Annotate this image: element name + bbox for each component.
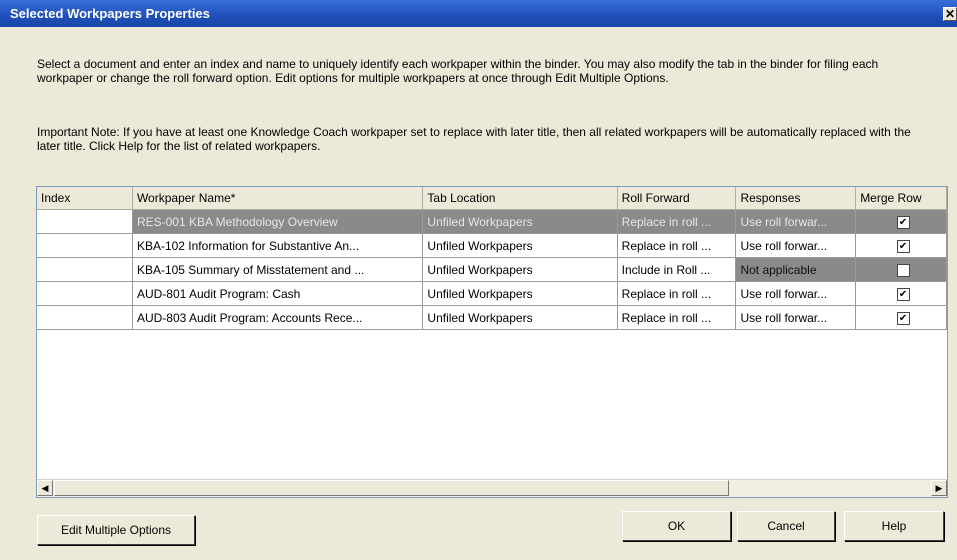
header-row: Index Workpaper Name* Tab Location Roll …: [37, 187, 947, 210]
tab-cell[interactable]: Unfiled Workpapers: [422, 305, 618, 330]
edit-multiple-options-button[interactable]: Edit Multiple Options: [37, 515, 195, 545]
help-button[interactable]: Help: [844, 511, 944, 541]
ok-button[interactable]: OK: [622, 511, 731, 541]
roll-forward-cell[interactable]: Replace in roll ...: [617, 281, 737, 306]
instructions-text: Select a document and enter an index and…: [37, 57, 879, 85]
name-cell[interactable]: RES-001 KBA Methodology Overview: [132, 209, 424, 234]
name-cell[interactable]: KBA-102 Information for Substantive An..…: [132, 233, 424, 258]
merge-row-checkbox: [896, 263, 910, 277]
responses-cell[interactable]: Use roll forwar...: [735, 233, 857, 258]
table-row[interactable]: RES-001 KBA Methodology Overview Unfiled…: [37, 209, 947, 234]
roll-forward-cell[interactable]: Replace in roll ...: [617, 305, 737, 330]
tab-cell[interactable]: Unfiled Workpapers: [422, 281, 618, 306]
responses-cell[interactable]: Use roll forwar...: [735, 281, 857, 306]
title-bar: Selected Workpapers Properties ✕: [0, 0, 957, 27]
column-header-responses[interactable]: Responses: [735, 187, 857, 210]
tab-cell[interactable]: Unfiled Workpapers: [422, 257, 618, 282]
merge-cell: ✔: [855, 281, 947, 306]
column-header-name[interactable]: Workpaper Name*: [132, 187, 424, 210]
index-cell[interactable]: [37, 257, 133, 282]
merge-cell: ✔: [855, 305, 947, 330]
column-header-roll-forward[interactable]: Roll Forward: [617, 187, 737, 210]
window-title: Selected Workpapers Properties: [10, 6, 210, 21]
index-cell[interactable]: [37, 233, 133, 258]
important-note-text: Important Note: If you have at least one…: [37, 125, 911, 153]
table-row[interactable]: AUD-801 Audit Program: Cash Unfiled Work…: [37, 281, 947, 306]
responses-cell[interactable]: Use roll forwar...: [735, 305, 857, 330]
responses-cell[interactable]: Use roll forwar...: [735, 209, 857, 234]
merge-row-checkbox[interactable]: ✔: [896, 311, 910, 325]
tab-cell[interactable]: Unfiled Workpapers: [422, 209, 618, 234]
merge-row-checkbox[interactable]: ✔: [896, 215, 910, 229]
close-icon[interactable]: ✕: [943, 7, 957, 21]
column-header-tab[interactable]: Tab Location: [422, 187, 618, 210]
merge-row-checkbox[interactable]: ✔: [896, 287, 910, 301]
index-cell[interactable]: [37, 305, 133, 330]
roll-forward-cell[interactable]: Include in Roll ...: [617, 257, 737, 282]
cancel-button[interactable]: Cancel: [737, 511, 835, 541]
workpapers-grid[interactable]: Index Workpaper Name* Tab Location Roll …: [36, 186, 948, 498]
workpapers-table: Index Workpaper Name* Tab Location Roll …: [37, 187, 947, 330]
table-row[interactable]: KBA-102 Information for Substantive An..…: [37, 233, 947, 258]
merge-cell: [855, 257, 947, 282]
merge-cell: ✔: [855, 209, 947, 234]
column-header-index[interactable]: Index: [37, 187, 133, 210]
scroll-left-icon[interactable]: ◀: [37, 480, 53, 496]
column-header-merge-row[interactable]: Merge Row: [855, 187, 947, 210]
index-cell[interactable]: [37, 281, 133, 306]
name-cell[interactable]: KBA-105 Summary of Misstatement and ...: [132, 257, 424, 282]
horizontal-scrollbar[interactable]: ◀ ▶: [37, 479, 947, 497]
index-cell[interactable]: [37, 209, 133, 234]
merge-cell: ✔: [855, 233, 947, 258]
roll-forward-cell[interactable]: Replace in roll ...: [617, 233, 737, 258]
scroll-thumb[interactable]: [54, 480, 729, 496]
merge-row-checkbox[interactable]: ✔: [896, 239, 910, 253]
scroll-right-icon[interactable]: ▶: [931, 480, 947, 496]
roll-forward-cell[interactable]: Replace in roll ...: [617, 209, 737, 234]
table-row[interactable]: AUD-803 Audit Program: Accounts Rece... …: [37, 305, 947, 330]
tab-cell[interactable]: Unfiled Workpapers: [422, 233, 618, 258]
responses-cell: Not applicable: [735, 257, 857, 282]
name-cell[interactable]: AUD-801 Audit Program: Cash: [132, 281, 424, 306]
name-cell[interactable]: AUD-803 Audit Program: Accounts Rece...: [132, 305, 424, 330]
table-row[interactable]: KBA-105 Summary of Misstatement and ... …: [37, 257, 947, 282]
